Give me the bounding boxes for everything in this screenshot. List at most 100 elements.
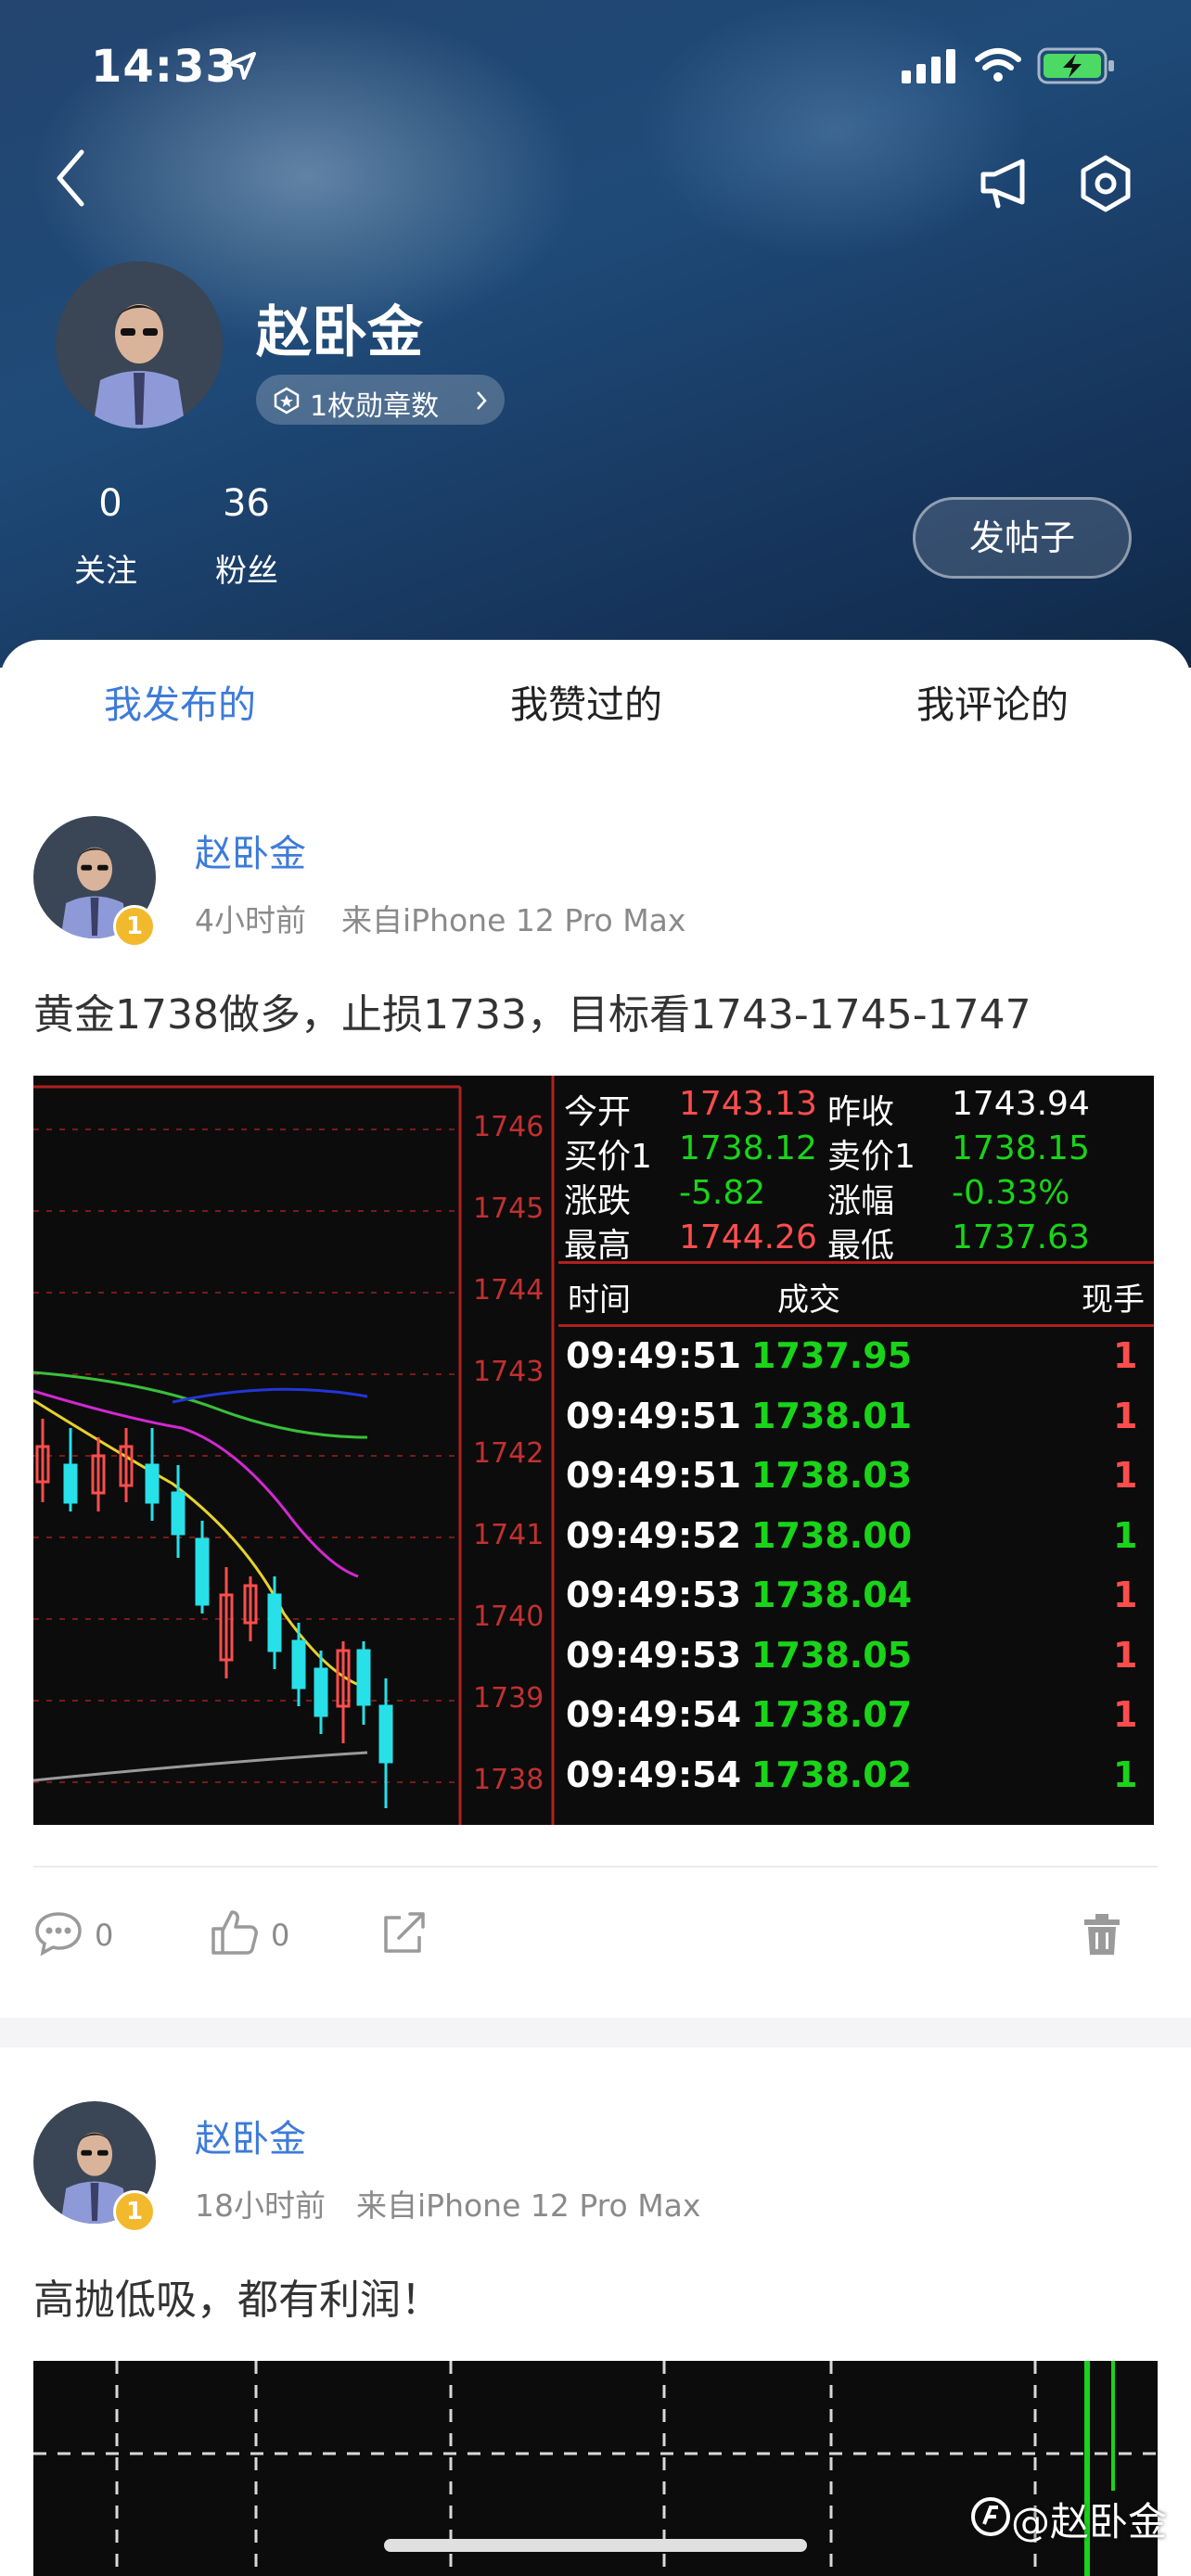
quote-label: 今开 [564, 1093, 632, 1131]
post-time: 4小时前 [195, 902, 306, 938]
trade-header-volume: 现手 [1082, 1282, 1145, 1319]
quote-label2: 最低 [827, 1227, 895, 1265]
post-author[interactable]: 赵卧金 [195, 823, 306, 877]
post-image-gold-chart[interactable]: 1746 1745 1744 1743 1742 1741 1740 1739 1738 今开 1… [33, 1076, 1154, 1825]
trade-volume: 1 [1113, 1575, 1138, 1615]
post-author[interactable]: 赵卧金 [195, 2109, 306, 2162]
delete-trash-icon[interactable] [1082, 1912, 1122, 1957]
price-axis-label: 1743 [473, 1356, 544, 1388]
quote-value: -5.82 [679, 1174, 766, 1212]
trade-time: 09:49:53 [566, 1634, 742, 1676]
location-arrow-icon [228, 52, 256, 80]
quote-value2: 1743.94 [952, 1085, 1090, 1123]
trade-time: 09:49:51 [566, 1395, 742, 1436]
avatar-photo [56, 261, 223, 428]
tab-my-likes[interactable]: 我赞过的 [510, 673, 662, 729]
trade-row: 09:49:53 1738.05 1 [558, 1634, 1137, 1690]
price-axis-label: 1742 [473, 1437, 544, 1470]
quote-label: 最高 [564, 1227, 632, 1265]
post-content[interactable]: 高抛低吸，都有利润！ [33, 2266, 442, 2326]
trade-price: 1738.05 [751, 1634, 913, 1676]
trade-row: 09:49:52 1738.00 1 [558, 1514, 1137, 1571]
level-badge: 1 [113, 2190, 156, 2233]
trade-time: 09:49:54 [566, 1694, 742, 1735]
trade-row: 09:49:54 1738.02 1 [558, 1753, 1137, 1810]
trade-price: 1737.95 [751, 1335, 913, 1376]
share-icon[interactable] [380, 1910, 429, 1957]
post-separator [0, 2018, 1191, 2047]
trade-row: 09:49:53 1738.04 1 [558, 1575, 1137, 1630]
following-label[interactable]: 关注 [74, 545, 137, 591]
post-source: 来自iPhone 12 Pro Max [356, 2187, 701, 2224]
trade-price: 1738.03 [751, 1455, 913, 1496]
home-indicator[interactable] [384, 2539, 807, 2552]
trade-price: 1738.07 [751, 1694, 913, 1735]
post-divider [33, 1866, 1158, 1868]
trade-volume: 1 [1113, 1694, 1138, 1735]
trade-volume: 1 [1113, 1335, 1138, 1376]
trade-volume: 1 [1113, 1395, 1138, 1436]
quote-value: 1743.13 [679, 1085, 817, 1123]
quote-value: 1738.12 [679, 1129, 817, 1167]
trade-time: 09:49:54 [566, 1753, 742, 1795]
comment-icon[interactable] [33, 1910, 83, 1957]
trade-time: 09:49:51 [566, 1335, 742, 1376]
price-axis-label: 1740 [473, 1600, 544, 1633]
quote-label: 买价1 [564, 1138, 652, 1176]
quote-value: 1744.26 [679, 1218, 817, 1256]
wifi-icon [975, 48, 1021, 82]
quote-value2: 1738.15 [952, 1129, 1090, 1167]
medal-pill[interactable]: 1枚勋章数 [256, 375, 505, 425]
followers-count[interactable]: 36 [223, 482, 270, 525]
trade-volume: 1 [1113, 1634, 1138, 1676]
quote-value2: 1737.63 [952, 1218, 1090, 1256]
price-axis-label: 1744 [473, 1274, 544, 1307]
settings-hexagon-icon[interactable] [1076, 154, 1135, 213]
megaphone-icon[interactable] [978, 156, 1035, 210]
trade-volume: 1 [1113, 1514, 1138, 1556]
avatar[interactable] [56, 261, 223, 428]
divider [558, 1261, 1154, 1264]
trade-list: 09:49:51 1737.95 1 09:49:51 1738.01 1 09:49:51… [558, 1335, 1154, 1817]
tab-my-comments[interactable]: 我评论的 [916, 673, 1069, 729]
trade-time: 09:49:53 [566, 1575, 742, 1615]
price-axis-label: 1746 [473, 1111, 544, 1143]
trade-row: 09:49:54 1738.07 1 [558, 1694, 1137, 1750]
price-axis-label: 1741 [473, 1519, 544, 1551]
back-chevron-icon[interactable] [52, 148, 89, 208]
signal-icon [902, 49, 955, 83]
new-post-button[interactable]: 发帖子 [913, 497, 1132, 579]
comment-count: 0 [95, 1918, 114, 1953]
divider [558, 1324, 1154, 1327]
trade-time: 09:49:52 [566, 1514, 742, 1556]
trade-price: 1738.04 [751, 1575, 913, 1615]
tab-my-posts[interactable]: 我发布的 [104, 673, 256, 729]
quote-value2: -0.33% [952, 1174, 1070, 1212]
battery-charging-icon [1037, 47, 1114, 84]
trade-time: 09:49:51 [566, 1455, 742, 1496]
quote-label2: 卖价1 [827, 1138, 916, 1176]
following-count[interactable]: 0 [96, 482, 124, 525]
trade-header-time: 时间 [568, 1282, 631, 1319]
quote-label2: 昨收 [827, 1093, 895, 1131]
trade-row: 09:49:51 1738.01 1 [558, 1395, 1137, 1451]
quote-label2: 涨幅 [827, 1182, 895, 1220]
level-badge: 1 [113, 905, 156, 948]
like-thumb-icon[interactable] [210, 1906, 260, 1957]
weibo-logo-icon [971, 2497, 1010, 2536]
post-content[interactable]: 黄金1738做多，止损1733，目标看1743-1745-1747 [33, 981, 1031, 1040]
tab-bar: 我发布的 我赞过的 我评论的 [0, 640, 1191, 742]
status-time: 14:33 [91, 41, 237, 93]
like-count: 0 [271, 1918, 290, 1953]
price-axis-label: 1738 [473, 1764, 544, 1796]
trade-price: 1738.01 [751, 1395, 913, 1436]
followers-label[interactable]: 粉丝 [215, 545, 278, 591]
trade-row: 09:49:51 1737.95 1 [558, 1335, 1137, 1391]
profile-name: 赵卧金 [256, 300, 423, 365]
quote-panel: 今开 1743.13 昨收 1743.94 买价1 1738.12 卖价1 1738.15 涨跌… [558, 1085, 1154, 1270]
chevron-right-icon [477, 391, 487, 410]
trade-volume: 1 [1113, 1753, 1138, 1795]
medal-count-label: 1枚勋章数 [310, 390, 440, 423]
price-axis-label: 1739 [473, 1682, 544, 1715]
trade-row: 09:49:51 1738.03 1 [558, 1455, 1137, 1511]
